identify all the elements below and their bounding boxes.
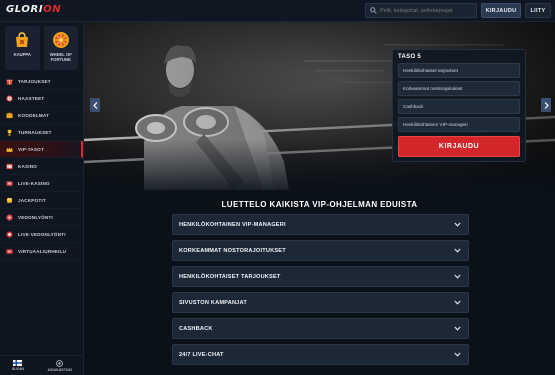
accordion-item-label: 24/7 LIVE-CHAT bbox=[179, 351, 224, 358]
benefits-section-title: LUETTELO KAIKISTA VIP-OHJELMAN EDUISTA bbox=[221, 200, 418, 209]
join-button[interactable]: LIITY bbox=[525, 3, 551, 18]
sidebar-item-label: HAASTEET bbox=[18, 95, 45, 101]
flag-fi-icon bbox=[13, 360, 23, 366]
sidebar-item-vip-levels[interactable]: VIP-TASOT bbox=[0, 141, 83, 158]
shop-icon bbox=[16, 32, 29, 47]
sidebar-item-virtual-sports[interactable]: VIRTUAALIURHEILU bbox=[0, 243, 83, 260]
sidebar-item-jackpots[interactable]: JACKPOTIT bbox=[0, 192, 83, 209]
chevron-down-icon bbox=[454, 248, 461, 253]
login-button[interactable]: KIRJAUDU bbox=[481, 3, 521, 18]
language-label: SUOMI bbox=[11, 367, 24, 371]
sidebar-item-label: JACKPOTIT bbox=[18, 197, 46, 203]
accordion-item-label: SIVUSTON KAMPANJAT bbox=[179, 299, 247, 306]
support-icon bbox=[56, 359, 64, 367]
puzzle-icon bbox=[6, 111, 13, 118]
wheel-icon bbox=[52, 32, 69, 48]
coins-icon bbox=[6, 197, 13, 203]
chevron-left-icon bbox=[92, 101, 97, 109]
benefits-accordion: HENKILÖKOHTAINEN VIP-MANAGERI KORKEAMMAT… bbox=[172, 214, 469, 370]
sidebar-item-label: KOODELMAT bbox=[18, 112, 50, 118]
sidebar-item-label: LIVE-VEDONLYÖNTI bbox=[18, 231, 66, 237]
vip-benefit-item: Cashback bbox=[398, 99, 520, 114]
live-ball-icon bbox=[6, 230, 13, 238]
search-input[interactable] bbox=[380, 7, 475, 14]
tile-wheel-label: WHEEL OF FORTUNE bbox=[49, 52, 72, 62]
chevron-down-icon bbox=[454, 326, 461, 331]
vip-login-button[interactable]: KIRJAUDU bbox=[398, 136, 520, 157]
sidebar-item-label: VEDONLYÖNTI bbox=[18, 214, 53, 220]
sidebar-item-betting[interactable]: VEDONLYÖNTI bbox=[0, 209, 83, 226]
sidebar-item-label: VIRTUAALIURHEILU bbox=[18, 248, 67, 254]
sidebar-item-label: TURNAUKSET bbox=[18, 129, 52, 135]
hero-next-button[interactable] bbox=[541, 98, 551, 112]
tile-shop[interactable]: KAUPPA bbox=[5, 26, 40, 70]
vip-level-title: TASO 5 bbox=[398, 54, 422, 60]
accordion-item[interactable]: HENKILÖKOHTAINEN VIP-MANAGERI bbox=[172, 214, 469, 235]
tile-shop-label: KAUPPA bbox=[13, 52, 31, 57]
language-button[interactable]: SUOMI bbox=[12, 360, 24, 371]
tile-wheel-of-fortune[interactable]: WHEEL OF FORTUNE bbox=[43, 26, 78, 70]
ball-icon bbox=[6, 213, 13, 221]
trophy-icon bbox=[7, 129, 12, 136]
vip-benefit-item: Henkilökohtaiset tarjoukset bbox=[398, 63, 520, 78]
sidebar-item-label: TARJOUKSET bbox=[18, 78, 51, 84]
sidebar-item-challenges[interactable]: HAASTEET bbox=[0, 90, 83, 107]
chevron-down-icon bbox=[454, 352, 461, 357]
sidebar-item-label: VIP-TASOT bbox=[18, 146, 44, 152]
sidebar: KAUPPA WHEEL OF FORTUNE TARJOUKSET HAAST… bbox=[0, 22, 84, 375]
accordion-item[interactable]: HENKILÖKOHTAISET TARJOUKSET bbox=[172, 266, 469, 287]
chevron-down-icon bbox=[454, 274, 461, 279]
sidebar-item-casino[interactable]: KASINO bbox=[0, 158, 83, 175]
accordion-item-label: KORKEAMMAT NOSTORAJOITUKSET bbox=[179, 247, 286, 254]
sidebar-item-live-betting[interactable]: LIVE-VEDONLYÖNTI bbox=[0, 226, 83, 243]
search-bar[interactable] bbox=[365, 3, 477, 18]
chevron-down-icon bbox=[454, 222, 461, 227]
search-icon bbox=[370, 7, 377, 14]
crown-icon bbox=[6, 146, 13, 152]
sidebar-item-live-casino[interactable]: LIVE-KASINO bbox=[0, 175, 83, 192]
vip-level-card: TASO 5 Henkilökohtaiset tarjoukset Korke… bbox=[392, 49, 526, 162]
sidebar-item-label: LIVE-KASINO bbox=[18, 180, 50, 186]
vip-benefit-item: Henkilökohtainen VIP-manageri bbox=[398, 117, 520, 132]
accordion-item[interactable]: CASHBACK bbox=[172, 318, 469, 339]
support-button[interactable]: ASIAKASTUKI bbox=[47, 359, 73, 372]
top-bar: GLORION KIRJAUDU LIITY bbox=[0, 0, 555, 22]
chevron-down-icon bbox=[454, 300, 461, 305]
chevron-right-icon bbox=[544, 101, 549, 109]
live-icon bbox=[6, 180, 13, 186]
gift-icon bbox=[6, 79, 13, 85]
vip-benefit-item: Korkeammat nostorajoitukset bbox=[398, 81, 520, 96]
logo[interactable]: GLORION bbox=[6, 4, 61, 15]
virtual-icon bbox=[6, 248, 13, 254]
accordion-item-label: HENKILÖKOHTAISET TARJOUKSET bbox=[179, 273, 281, 280]
accordion-item[interactable]: 24/7 LIVE-CHAT bbox=[172, 344, 469, 365]
accordion-item[interactable]: KORKEAMMAT NOSTORAJOITUKSET bbox=[172, 240, 469, 261]
sidebar-item-tournaments[interactable]: TURNAUKSET bbox=[0, 124, 83, 141]
hero-banner: TASO 5 Henkilökohtaiset tarjoukset Korke… bbox=[84, 22, 555, 190]
accordion-item[interactable]: SIVUSTON KAMPANJAT bbox=[172, 292, 469, 313]
hero-prev-button[interactable] bbox=[90, 98, 100, 112]
target-icon bbox=[6, 94, 13, 102]
sidebar-item-collections[interactable]: KOODELMAT bbox=[0, 107, 83, 124]
sidebar-item-offers[interactable]: TARJOUKSET bbox=[0, 73, 83, 90]
accordion-item-label: CASHBACK bbox=[179, 325, 213, 332]
sidebar-footer: SUOMI ASIAKASTUKI bbox=[0, 355, 84, 375]
sidebar-item-label: KASINO bbox=[18, 163, 38, 169]
support-label: ASIAKASTUKI bbox=[47, 367, 73, 372]
sidebar-nav: TARJOUKSET HAASTEET KOODELMAT TURNAUKSET… bbox=[0, 73, 83, 260]
slot-icon bbox=[6, 163, 13, 169]
accordion-item-label: HENKILÖKOHTAINEN VIP-MANAGERI bbox=[179, 221, 286, 228]
